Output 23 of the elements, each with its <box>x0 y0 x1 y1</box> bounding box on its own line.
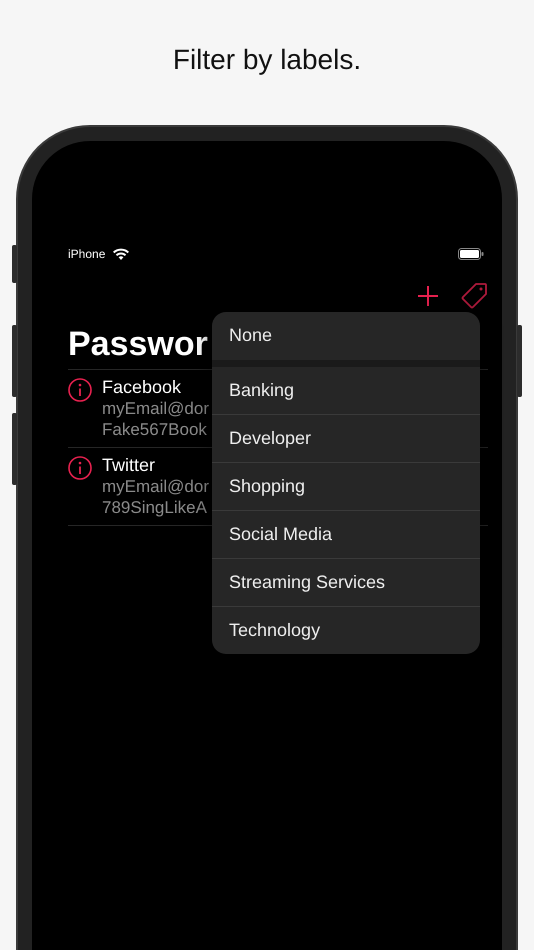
plus-icon <box>418 286 438 306</box>
menu-item[interactable]: Streaming Services <box>212 558 480 606</box>
entry-detail: myEmail@dor <box>102 398 209 419</box>
caption: Filter by labels. <box>172 44 362 77</box>
battery-icon <box>458 248 484 260</box>
info-icon[interactable] <box>68 456 92 480</box>
menu-item[interactable]: Developer <box>212 414 480 462</box>
menu-item[interactable]: Shopping <box>212 462 480 510</box>
menu-item[interactable]: Social Media <box>212 510 480 558</box>
info-icon[interactable] <box>68 378 92 402</box>
entry-name: Facebook <box>102 376 182 398</box>
entry-detail: myEmail@dor <box>102 476 209 497</box>
menu-item[interactable]: Banking <box>212 367 480 414</box>
entry-detail: 789SingLikeA <box>102 497 208 518</box>
tag-icon <box>460 282 488 310</box>
menu-item[interactable]: None <box>212 312 480 367</box>
menu-item[interactable]: Technology <box>212 606 480 654</box>
wifi-icon <box>113 248 130 260</box>
entry-detail: Fake567Book <box>102 419 208 440</box>
entry-name: Twitter <box>102 454 156 476</box>
carrier-label: iPhone <box>68 247 106 261</box>
add-button[interactable] <box>416 284 440 308</box>
page-title: Passwor <box>68 324 208 365</box>
